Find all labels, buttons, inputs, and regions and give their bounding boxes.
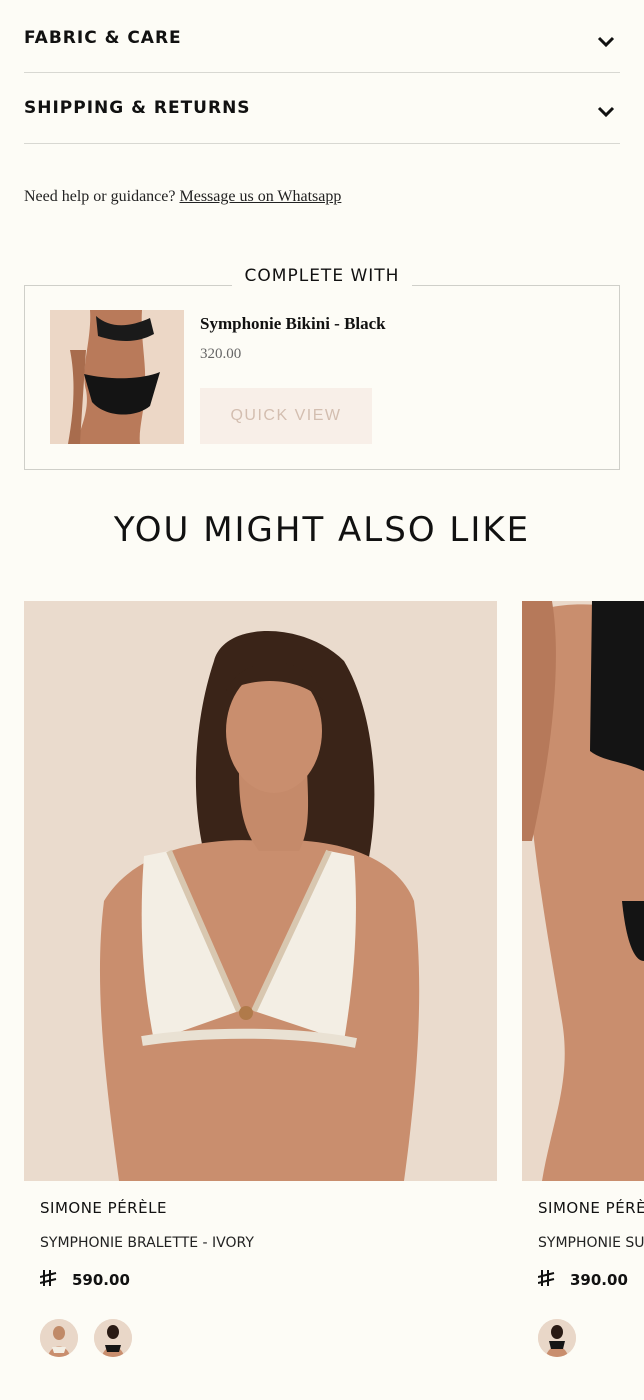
- product-name[interactable]: SYMPHONIE SU: [538, 1235, 644, 1251]
- complete-with-title: COMPLETE WITH: [232, 266, 412, 286]
- color-swatches: [40, 1319, 132, 1357]
- complete-with-box: Symphonie Bikini - Black 320.00 QUICK VI…: [24, 285, 620, 470]
- product-image[interactable]: [24, 601, 497, 1181]
- swatch-black[interactable]: [94, 1319, 132, 1357]
- currency-icon: [39, 1269, 60, 1291]
- complete-with-product-image[interactable]: [50, 310, 184, 444]
- recommendations-title: YOU MIGHT ALSO LIKE: [113, 510, 531, 550]
- product-image[interactable]: [522, 601, 644, 1181]
- product-brand: SIMONE PÉRÈ: [538, 1199, 644, 1217]
- black-lingerie-model-photo: [522, 601, 644, 1181]
- whatsapp-link[interactable]: Message us on Whatsapp: [179, 188, 341, 205]
- accordion-fabric-care[interactable]: FABRIC & CARE: [24, 0, 620, 73]
- swatch-ivory[interactable]: [40, 1319, 78, 1357]
- swatch-black[interactable]: [538, 1319, 576, 1357]
- currency-icon: [537, 1269, 558, 1291]
- bralette-model-photo: [24, 601, 497, 1181]
- complete-with-product-price: 320.00: [200, 346, 242, 362]
- price-value: 390.00: [570, 1271, 628, 1289]
- color-swatches: [538, 1319, 576, 1357]
- price-value: 590.00: [72, 1271, 130, 1289]
- product-name[interactable]: SYMPHONIE BRALETTE - IVORY: [40, 1235, 254, 1251]
- accordion-label: FABRIC & CARE: [24, 28, 182, 48]
- accordion-label: SHIPPING & RETURNS: [24, 98, 251, 118]
- help-prompt: Need help or guidance?: [24, 188, 176, 205]
- accordion-shipping-returns[interactable]: SHIPPING & RETURNS: [24, 72, 620, 144]
- bikini-photo: [50, 310, 184, 444]
- chevron-down-icon[interactable]: [596, 102, 616, 122]
- help-text: Need help or guidance? Message us on Wha…: [24, 188, 341, 206]
- complete-with-product-name[interactable]: Symphonie Bikini - Black: [200, 314, 386, 334]
- product-brand: SIMONE PÉRÈLE: [40, 1199, 167, 1217]
- product-price: 590.00: [39, 1269, 130, 1291]
- chevron-down-icon[interactable]: [596, 32, 616, 52]
- product-price: 390.00: [537, 1269, 628, 1291]
- quick-view-button[interactable]: QUICK VIEW: [200, 388, 372, 444]
